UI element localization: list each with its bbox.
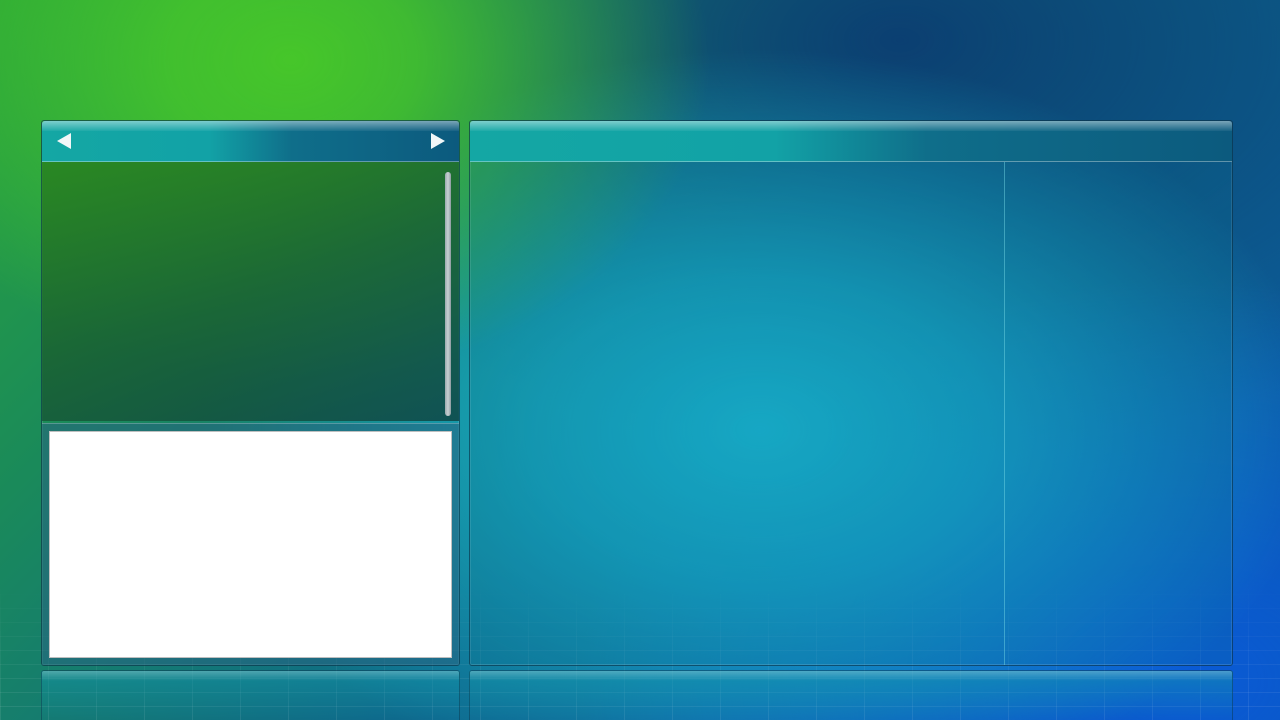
preview-frame bbox=[42, 423, 459, 665]
left-panel-header bbox=[42, 121, 459, 162]
right-panel bbox=[469, 120, 1233, 666]
left-panel bbox=[41, 120, 460, 666]
right-panel-header bbox=[470, 121, 1232, 162]
triangle-left-icon bbox=[57, 133, 71, 149]
left-panel-reflection bbox=[41, 670, 460, 720]
triangle-right-icon bbox=[431, 133, 445, 149]
preview-area bbox=[49, 431, 452, 658]
details-content-area bbox=[470, 162, 1232, 665]
right-panel-reflection bbox=[469, 670, 1233, 720]
list-scrollbar[interactable] bbox=[445, 172, 451, 416]
next-button[interactable] bbox=[429, 132, 447, 150]
column-divider bbox=[1004, 162, 1005, 665]
item-list-pane[interactable] bbox=[42, 162, 459, 421]
prev-button[interactable] bbox=[55, 132, 73, 150]
